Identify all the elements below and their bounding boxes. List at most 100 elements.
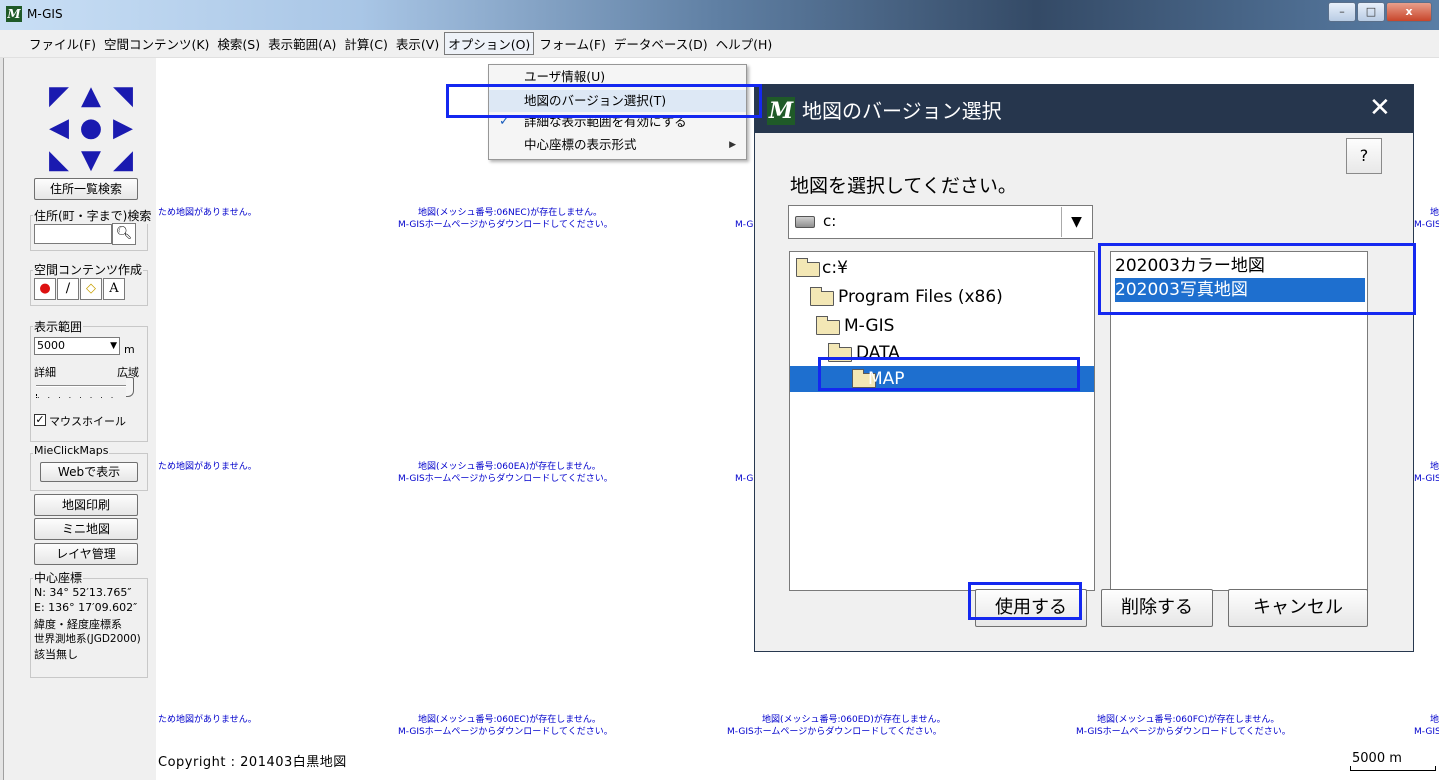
arrow-down-icon[interactable]: ▼ xyxy=(75,144,107,176)
line-icon[interactable]: ∕ xyxy=(57,278,79,300)
drive-select[interactable]: c: ▼ xyxy=(788,205,1093,239)
close-x-icon[interactable]: ✕ xyxy=(1369,93,1391,123)
geodetic-datum: 世界測地系(JGD2000) xyxy=(34,633,141,645)
directory-item[interactable]: Program Files (x86) xyxy=(792,284,1092,310)
menu-display-range[interactable]: 表示範囲(A) xyxy=(265,33,339,54)
window-title-bar[interactable]: M M-GIS – □ x xyxy=(0,0,1439,30)
annotation-highlight-box xyxy=(446,84,762,118)
map-message: M-GIS xyxy=(1414,474,1439,484)
menu-form[interactable]: フォーム(F) xyxy=(536,33,609,54)
menu-item-label: ユーザ情報(U) xyxy=(524,69,606,84)
range-slider-ticks: ........ xyxy=(36,392,134,400)
menu-database[interactable]: データベース(D) xyxy=(611,33,711,54)
center-dot-icon[interactable]: ● xyxy=(75,112,107,144)
map-scale-bar xyxy=(1350,766,1436,771)
address-search-label: 住所(町・字まで)検索 xyxy=(33,207,153,224)
layer-manager-button[interactable]: レイヤ管理 xyxy=(34,543,138,565)
menu-view[interactable]: 表示(V) xyxy=(393,33,442,54)
arrow-down-left-icon[interactable]: ◣ xyxy=(43,144,75,176)
menu-spatial-content[interactable]: 空間コンテンツ(K) xyxy=(101,33,212,54)
coord-east: E: 136° 17′09.602″ xyxy=(34,601,138,614)
map-message: 地 xyxy=(1430,208,1439,218)
map-message: M-GISホームページからダウンロードしてください。 xyxy=(398,474,613,484)
address-list-button[interactable]: 住所一覧検索 xyxy=(34,178,138,200)
coord-system: 緯度・経度座標系 xyxy=(34,618,122,631)
pan-navigation: ◤ ▲ ◥ ◀ ● ▶ ◣ ▼ ◢ xyxy=(43,80,139,176)
annotation-highlight-box xyxy=(1098,243,1416,315)
menu-search[interactable]: 検索(S) xyxy=(214,33,263,54)
minimize-button[interactable]: – xyxy=(1328,2,1356,22)
arrow-right-icon[interactable]: ▶ xyxy=(107,112,139,144)
app-logo-icon: M xyxy=(6,6,22,22)
menu-item-label: 中心座標の表示形式 xyxy=(524,137,637,152)
folder-icon xyxy=(816,316,840,335)
cancel-button[interactable]: キャンセル xyxy=(1228,589,1368,627)
pin-icon[interactable]: ● xyxy=(34,278,56,300)
triangle-right-icon: ▶ xyxy=(729,140,736,150)
map-message: M-GISホームページからダウンロードしてください。 xyxy=(398,727,613,737)
map-copyright: Copyright : 201403白黒地図 xyxy=(158,755,347,770)
help-button[interactable]: ? xyxy=(1346,138,1382,174)
range-unit: m xyxy=(124,343,135,356)
map-message: M-G xyxy=(735,474,754,484)
menu-options[interactable]: オプション(O) xyxy=(444,32,535,55)
map-message: 地 xyxy=(1430,462,1439,472)
polygon-icon[interactable]: ◇ xyxy=(80,278,102,300)
panel-splitter[interactable] xyxy=(0,58,4,780)
annotation-highlight-box xyxy=(818,357,1080,391)
directory-item[interactable]: M-GIS xyxy=(792,313,1092,339)
triangle-down-icon[interactable]: ▼ xyxy=(1061,207,1091,237)
map-message: M-GISホームページからダウンロードしてください。 xyxy=(727,727,942,737)
menu-calculate[interactable]: 計算(C) xyxy=(341,33,390,54)
window-title: M-GIS xyxy=(27,7,63,21)
map-message: 地図(メッシュ番号:060EC)が存在しません。 xyxy=(418,715,601,725)
magnifier-icon[interactable]: 🔍︎ xyxy=(112,223,136,245)
arrow-up-icon[interactable]: ▲ xyxy=(75,80,107,112)
arrow-left-icon[interactable]: ◀ xyxy=(43,112,75,144)
menu-file[interactable]: ファイル(F) xyxy=(26,33,99,54)
directory-list[interactable]: c:¥ Program Files (x86) M-GIS DATA MAP xyxy=(789,251,1095,591)
range-select[interactable]: 5000 ▼ xyxy=(34,337,120,355)
directory-item[interactable]: c:¥ xyxy=(792,255,1092,281)
mieclick-label: MieClickMaps xyxy=(33,444,110,457)
map-message: M-GIS xyxy=(1414,220,1439,230)
menu-help[interactable]: ヘルプ(H) xyxy=(713,33,776,54)
map-message: M-GISホームページからダウンロードしてください。 xyxy=(398,220,613,230)
dialog-prompt: 地図を選択してください。 xyxy=(790,175,1017,197)
address-search-input[interactable] xyxy=(34,224,112,244)
drive-value: c: xyxy=(823,212,837,230)
directory-label: c:¥ xyxy=(822,258,848,278)
map-message: M-GIS xyxy=(1414,727,1439,737)
map-message: M-GISホームページからダウンロードしてください。 xyxy=(1076,727,1291,737)
map-message: ため地図がありません。 xyxy=(158,715,257,725)
map-message: M-G xyxy=(735,220,754,230)
range-slider-thumb[interactable] xyxy=(126,377,134,397)
map-message: 地図(メッシュ番号:060ED)が存在しません。 xyxy=(762,715,946,725)
mini-map-button[interactable]: ミニ地図 xyxy=(34,518,138,540)
map-message: ため地図がありません。 xyxy=(158,462,257,472)
dialog-logo-icon: M xyxy=(767,97,795,125)
arrow-down-right-icon[interactable]: ◢ xyxy=(107,144,139,176)
map-message: 地図(メッシュ番号:06NEC)が存在しません。 xyxy=(418,208,602,218)
directory-label: Program Files (x86) xyxy=(838,287,1003,307)
folder-icon xyxy=(810,287,834,306)
web-view-button[interactable]: Webで表示 xyxy=(40,462,138,482)
range-value: 5000 xyxy=(37,339,65,352)
folder-icon xyxy=(796,258,820,277)
dialog-title-bar[interactable]: M 地図のバージョン選択 ✕ xyxy=(755,85,1413,133)
mouse-wheel-label: マウスホイール xyxy=(49,415,126,428)
close-window-button[interactable]: x xyxy=(1386,2,1432,22)
print-map-button[interactable]: 地図印刷 xyxy=(34,494,138,516)
maximize-button[interactable]: □ xyxy=(1357,2,1385,22)
mouse-wheel-checkbox[interactable]: ✓ xyxy=(34,414,46,426)
range-slider-track[interactable] xyxy=(36,385,134,387)
menu-item-coord-format[interactable]: 中心座標の表示形式 ▶ xyxy=(489,134,746,156)
annotation-highlight-box xyxy=(968,582,1082,620)
arrow-up-left-icon[interactable]: ◤ xyxy=(43,80,75,112)
delete-button[interactable]: 削除する xyxy=(1101,589,1213,627)
directory-label: M-GIS xyxy=(844,316,895,336)
map-message: 地図(メッシュ番号:060EA)が存在しません。 xyxy=(418,462,601,472)
text-tool-button[interactable]: A xyxy=(103,278,125,300)
map-message: ため地図がありません。 xyxy=(158,208,257,218)
arrow-up-right-icon[interactable]: ◥ xyxy=(107,80,139,112)
